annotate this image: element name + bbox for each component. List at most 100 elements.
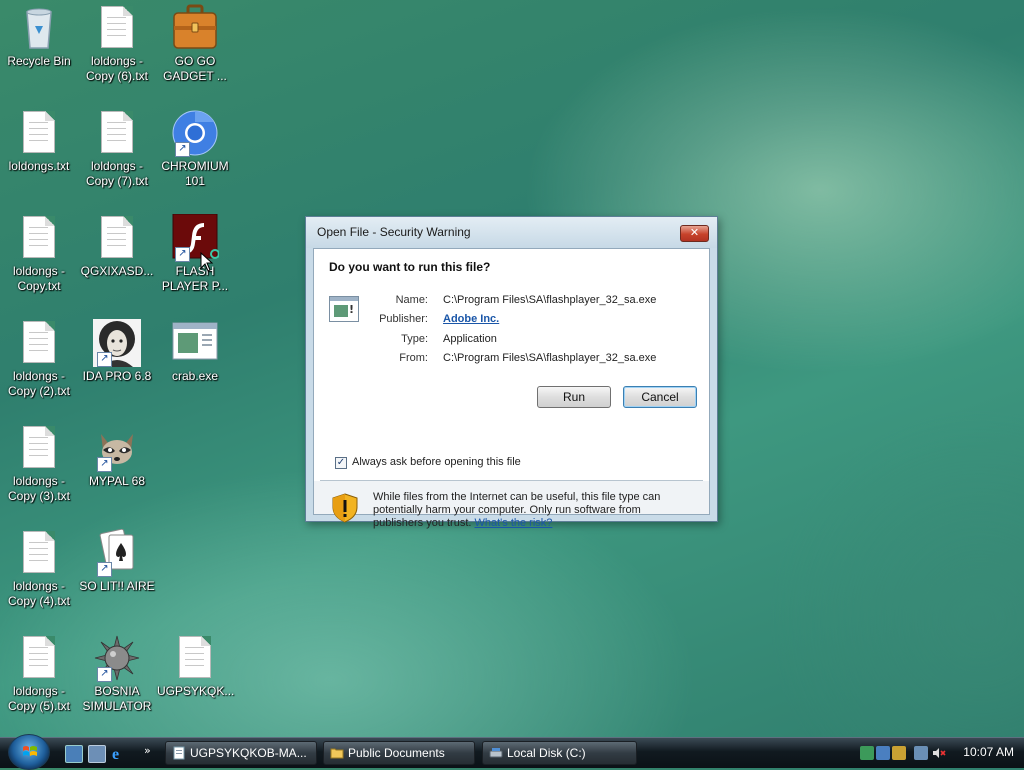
system-tray: 10:07 AM xyxy=(856,738,1024,768)
start-button[interactable] xyxy=(8,734,50,770)
desktop-icon-label: Recycle Bin xyxy=(7,54,71,68)
notepad-icon xyxy=(173,746,185,760)
executable-file-icon: ! xyxy=(329,296,359,322)
tray-security-icon[interactable] xyxy=(892,746,906,760)
desktop-icon-loldongs-copy-2[interactable]: loldongs - Copy (2).txt xyxy=(1,319,77,399)
always-ask-checkbox[interactable]: ✓ xyxy=(335,457,347,469)
desktop-icon-loldongs-copy-7[interactable]: loldongs - Copy (7).txt xyxy=(79,109,155,189)
shortcut-arrow-icon: ↗ xyxy=(97,457,112,472)
desktop-icon-label: FLASH PLAYER P... xyxy=(161,264,229,293)
desktop-icon-loldongs-copy-3[interactable]: loldongs - Copy (3).txt xyxy=(1,424,77,504)
desktop-icon-qgxixasd[interactable]: QGXIXASD... xyxy=(79,214,155,279)
desktop-icon-label: crab.exe xyxy=(171,369,219,383)
desktop-icon-loldongs-copy-4[interactable]: loldongs - Copy (4).txt xyxy=(1,529,77,609)
warning-text: While files from the Internet can be use… xyxy=(373,491,693,530)
dialog-title: Open File - Security Warning xyxy=(306,217,717,248)
desktop-icon-label: loldongs - Copy (6).txt xyxy=(85,54,148,83)
shortcut-arrow-icon: ↗ xyxy=(97,352,112,367)
folder-icon xyxy=(330,748,344,759)
internet-explorer-icon[interactable]: e xyxy=(111,745,127,763)
taskbar: e » UGPSYKQKOB-MA... Public Documents Lo… xyxy=(0,734,1024,770)
desktop-icon-label: GO GO GADGET ... xyxy=(163,54,227,83)
chromium-icon: ↗ xyxy=(171,109,219,157)
desktop-icon-label: MYPAL 68 xyxy=(88,474,146,488)
spiked-mine-icon: ↗ xyxy=(93,634,141,682)
text-file-icon xyxy=(171,634,219,682)
show-desktop-icon[interactable] xyxy=(65,745,83,763)
desktop-icon-label: BOSNIA SIMULATOR xyxy=(82,684,152,713)
quick-launch-more-icon[interactable]: » xyxy=(144,744,151,757)
briefcase-icon xyxy=(171,4,219,52)
close-button[interactable]: ✕ xyxy=(680,225,709,242)
taskbar-item-public-documents[interactable]: Public Documents xyxy=(323,741,475,765)
playing-cards-icon: ↗ xyxy=(93,528,141,577)
shortcut-arrow-icon: ↗ xyxy=(97,667,112,682)
tray-connection-icon[interactable] xyxy=(914,746,928,760)
from-value: C:\Program Files\SA\flashplayer_32_sa.ex… xyxy=(443,352,657,364)
desktop-icon-label: QGXIXASD... xyxy=(80,264,154,278)
desktop-icon-mypal-68[interactable]: ↗ MYPAL 68 xyxy=(79,424,155,489)
desktop-icon-solitaire[interactable]: ↗ SO LIT!! AIRE xyxy=(79,528,155,594)
clock[interactable]: 10:07 AM xyxy=(963,745,1014,759)
shortcut-arrow-icon: ↗ xyxy=(97,562,112,577)
taskbar-item-local-disk[interactable]: Local Disk (C:) xyxy=(482,741,637,765)
desktop-icon-go-go-gadget[interactable]: GO GO GADGET ... xyxy=(157,4,233,84)
text-file-icon xyxy=(15,214,63,262)
text-file-icon xyxy=(93,214,141,262)
shortcut-arrow-icon: ↗ xyxy=(175,247,190,262)
windows-logo-icon xyxy=(23,746,37,756)
taskbar-item-label: UGPSYKQKOB-MA... xyxy=(190,746,307,760)
security-warning-dialog: Open File - Security Warning ✕ Do you wa… xyxy=(305,216,718,529)
desktop-icon-label: IDA PRO 6.8 xyxy=(82,369,152,383)
desktop-icon-label: loldongs - Copy (3).txt xyxy=(7,474,70,503)
type-value: Application xyxy=(443,333,497,345)
desktop-icon-flash-player[interactable]: ↗ FLASH PLAYER P... xyxy=(157,213,233,294)
cancel-button[interactable]: Cancel xyxy=(623,386,697,408)
text-file-icon xyxy=(15,319,63,367)
tray-app-icon[interactable] xyxy=(860,746,874,760)
warning-shield-icon xyxy=(332,493,358,523)
application-icon xyxy=(171,319,219,367)
desktop-icon-label: loldongs - Copy (2).txt xyxy=(7,369,70,398)
desktop[interactable]: { "desktop": { "icons": [ {"name": "recy… xyxy=(0,0,1024,770)
desktop-icon-bosnia-simulator[interactable]: ↗ BOSNIA SIMULATOR xyxy=(79,634,155,714)
type-label: Type: xyxy=(401,333,428,345)
desktop-icon-loldongs-copy-6[interactable]: loldongs - Copy (6).txt xyxy=(79,4,155,84)
desktop-icon-loldongs-copy[interactable]: loldongs - Copy.txt xyxy=(1,214,77,294)
desktop-icon-label: CHROMIUM 101 xyxy=(161,159,229,188)
warning-area: While files from the Internet can be use… xyxy=(314,481,709,529)
raccoon-icon: ↗ xyxy=(93,424,141,472)
desktop-icon-label: loldongs - Copy.txt xyxy=(12,264,66,293)
desktop-icon-ugpsykqk[interactable]: UGPSYKQK... xyxy=(157,634,235,699)
always-ask-label[interactable]: Always ask before opening this file xyxy=(352,456,521,468)
dialog-body: Do you want to run this file? ! Name: C:… xyxy=(313,248,710,529)
switch-windows-icon[interactable] xyxy=(88,745,106,763)
desktop-icon-label: SO LIT!! AIRE xyxy=(79,579,155,593)
volume-muted-icon[interactable] xyxy=(932,746,946,760)
whats-the-risk-link[interactable]: What's the risk? xyxy=(475,517,553,529)
recycle-bin-icon xyxy=(15,4,63,52)
desktop-icon-loldongs[interactable]: loldongs.txt xyxy=(1,109,77,174)
text-file-icon xyxy=(15,634,63,682)
desktop-icon-ida-pro[interactable]: ↗ IDA PRO 6.8 xyxy=(79,319,155,384)
name-value: C:\Program Files\SA\flashplayer_32_sa.ex… xyxy=(443,294,657,306)
desktop-icon-label: UGPSYKQK... xyxy=(157,684,235,698)
desktop-icon-crab-exe[interactable]: crab.exe xyxy=(157,319,233,384)
desktop-icon-label: loldongs - Copy (7).txt xyxy=(85,159,148,188)
text-file-icon xyxy=(15,424,63,472)
desktop-icon-recycle-bin[interactable]: Recycle Bin xyxy=(1,4,77,69)
mouse-cursor-icon xyxy=(200,252,214,272)
text-file-icon xyxy=(15,109,63,157)
publisher-link[interactable]: Adobe Inc. xyxy=(443,313,499,325)
tray-network-icon[interactable] xyxy=(876,746,890,760)
desktop-icon-loldongs-copy-5[interactable]: loldongs - Copy (5).txt xyxy=(1,634,77,714)
desktop-icon-label: loldongs - Copy (4).txt xyxy=(7,579,70,608)
desktop-icon-chromium[interactable]: ↗ CHROMIUM 101 xyxy=(157,109,233,189)
desktop-icon-label: loldongs.txt xyxy=(8,159,70,173)
dialog-question: Do you want to run this file? xyxy=(329,260,491,274)
from-label: From: xyxy=(399,352,428,364)
run-button[interactable]: Run xyxy=(537,386,611,408)
svg-text:e: e xyxy=(112,746,119,761)
taskbar-item-notepad[interactable]: UGPSYKQKOB-MA... xyxy=(165,741,317,765)
desktop-icon-label: loldongs - Copy (5).txt xyxy=(7,684,70,713)
